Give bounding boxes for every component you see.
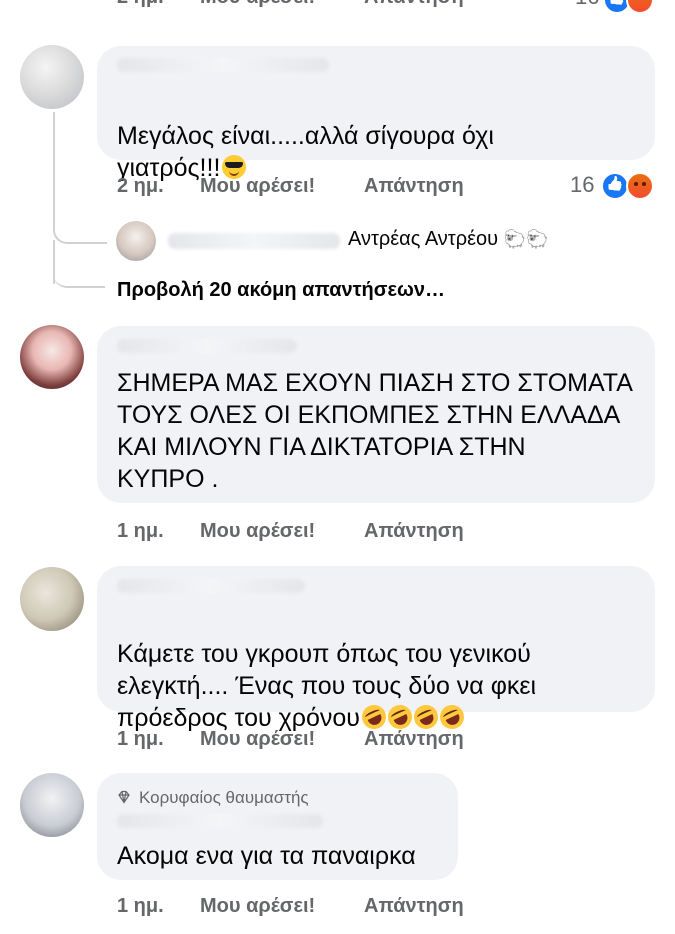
- comment-text: Ακομα ενα για τα παναιρκα: [117, 842, 416, 870]
- timestamp: 1 ημ.: [117, 895, 164, 917]
- author-name[interactable]: [117, 339, 297, 353]
- thread-connector: [53, 210, 107, 244]
- like-button[interactable]: Μου αρέσει!: [200, 0, 315, 9]
- like-button[interactable]: Μου αρέσει!: [200, 520, 315, 543]
- avatar[interactable]: [20, 45, 84, 109]
- diamond-icon: [118, 790, 130, 804]
- avatar[interactable]: [20, 773, 84, 837]
- top-meta-row: 2 ημ. Μου αρέσει! Απάντηση 16: [0, 0, 675, 14]
- reply-button[interactable]: Απάντηση: [364, 895, 464, 918]
- timestamp: 1 ημ.: [117, 520, 164, 542]
- comment-text: Μεγάλος είναι.....αλλά σίγουρα όχι γιατρ…: [117, 122, 494, 182]
- reply-button[interactable]: Απάντηση: [364, 0, 464, 9]
- timestamp: 2 ημ.: [117, 175, 164, 197]
- avatar[interactable]: [116, 221, 156, 261]
- angry-reaction-icon: [626, 172, 654, 200]
- reply-button[interactable]: Απάντηση: [364, 728, 464, 751]
- like-button[interactable]: Μου αρέσει!: [200, 895, 315, 918]
- timestamp: 1 ημ.: [117, 728, 164, 750]
- like-button[interactable]: Μου αρέσει!: [200, 728, 315, 751]
- like-reaction-icon: [601, 172, 629, 200]
- timestamp: 2 ημ.: [117, 0, 164, 9]
- reactions-count[interactable]: 16: [570, 172, 594, 198]
- comment-text: ΣΗΜΕΡΑ ΜΑΣ ΕΧΟΥΝ ΠΙΑΣΗ ΣΤΟ ΣΤΟΜΑΤΑ ΤΟΥΣ …: [117, 369, 633, 493]
- reply-button[interactable]: Απάντηση: [364, 175, 464, 198]
- top-fan-badge: Κορυφαίος θαυμαστής: [117, 788, 309, 808]
- thread-connector: [53, 252, 105, 288]
- author-name[interactable]: [117, 814, 323, 828]
- reply-preview-target[interactable]: Αντρέας Αντρέου 🐑🐑: [348, 228, 548, 251]
- reply-button[interactable]: Απάντηση: [364, 520, 464, 543]
- author-name[interactable]: [117, 579, 305, 593]
- sheep-icon: 🐑🐑: [503, 229, 549, 249]
- like-button[interactable]: Μου αρέσει!: [200, 175, 315, 198]
- thread-line: [53, 240, 55, 284]
- reactions-count[interactable]: 16: [575, 0, 599, 10]
- author-name[interactable]: [168, 233, 340, 249]
- angry-reaction-icon: [626, 0, 654, 14]
- avatar[interactable]: [20, 567, 84, 631]
- author-name[interactable]: [117, 58, 329, 72]
- avatar[interactable]: [20, 325, 84, 389]
- comment-text: Κάμετε του γκρουπ όπως του γενικού ελεγκ…: [117, 640, 537, 733]
- view-more-replies[interactable]: Προβολή 20 ακόμη απαντήσεων…: [117, 279, 445, 302]
